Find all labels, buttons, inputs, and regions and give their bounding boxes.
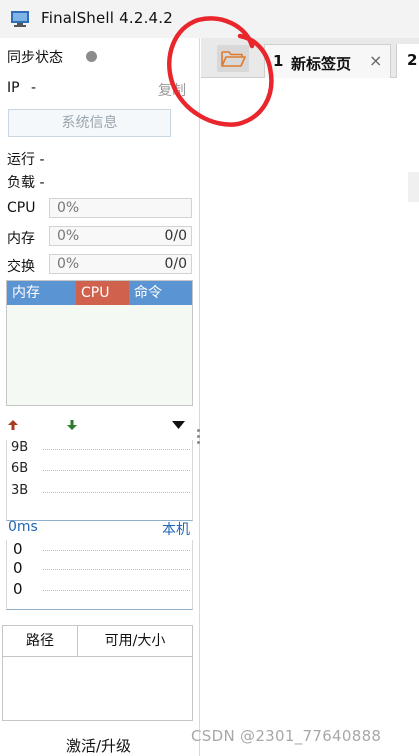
- sort-by-memory-column[interactable]: 内存: [7, 281, 76, 305]
- folder-open-icon: [221, 51, 246, 67]
- disk-table-header: 路径 可用/大小: [3, 626, 192, 657]
- swap-label: 交换: [7, 259, 35, 275]
- grid-line: [43, 470, 190, 471]
- disk-path-column[interactable]: 路径: [3, 626, 78, 656]
- cpu-percent: 0%: [57, 200, 80, 216]
- swap-ratio: 0/0: [164, 256, 187, 272]
- latency-scale-mid: 0: [13, 559, 23, 577]
- grid-line: [43, 449, 190, 450]
- latency-scale-high: 0: [13, 540, 23, 558]
- tab-number: 1: [273, 52, 284, 70]
- swap-percent: 0%: [57, 256, 80, 272]
- main-content: 1 新标签页 × 2: [201, 38, 419, 756]
- latency-scale-low: 0: [13, 580, 23, 598]
- network-scale-high: 9B: [11, 440, 29, 455]
- network-traffic-graph: 9B 6B 3B: [6, 440, 193, 521]
- sync-status-dot-icon: [86, 51, 97, 62]
- grid-line: [43, 569, 190, 570]
- upload-arrow-icon: [8, 420, 18, 430]
- swap-meter: 0% 0/0: [49, 254, 192, 274]
- ip-value: -: [31, 80, 37, 96]
- system-info-button[interactable]: 系统信息: [8, 109, 171, 137]
- tab-bar: 1 新标签页 × 2: [201, 38, 419, 78]
- cpu-label: CPU: [7, 200, 36, 216]
- process-table-header: 内存 CPU 命令: [7, 281, 192, 305]
- load-label: 负载 -: [7, 175, 45, 191]
- close-tab-icon[interactable]: ×: [369, 51, 382, 70]
- watermark-text: CSDN @2301_77640888: [191, 727, 382, 745]
- latency-graph: 0 0 0: [6, 540, 193, 610]
- download-arrow-icon: [67, 420, 77, 430]
- activate-upgrade-button[interactable]: 激活/升级: [66, 735, 131, 756]
- open-folder-button[interactable]: [217, 45, 249, 72]
- sync-status-label: 同步状态: [7, 50, 63, 66]
- grid-line: [43, 550, 190, 551]
- memory-percent: 0%: [57, 228, 80, 244]
- title-bar: FinalShell 4.2.4.2: [0, 0, 419, 38]
- memory-label: 内存: [7, 231, 35, 247]
- uptime-label: 运行 -: [7, 152, 45, 168]
- window-title: FinalShell 4.2.4.2: [41, 9, 174, 27]
- latency-value: 0ms: [8, 519, 38, 535]
- copy-ip-button[interactable]: 复制: [158, 80, 186, 100]
- network-scale-mid: 6B: [11, 461, 29, 476]
- tab-label: 新标签页: [291, 55, 352, 73]
- memory-ratio: 0/0: [164, 228, 187, 244]
- app-icon: [11, 11, 29, 27]
- disk-table[interactable]: 路径 可用/大小: [2, 625, 193, 721]
- cpu-meter: 0%: [49, 198, 192, 218]
- grid-line: [43, 492, 190, 493]
- tab-number: 2: [407, 51, 418, 69]
- sort-by-cpu-column[interactable]: CPU: [76, 281, 129, 305]
- grid-line: [43, 590, 190, 591]
- process-table[interactable]: 内存 CPU 命令: [6, 280, 193, 406]
- network-interface-dropdown-icon[interactable]: [172, 421, 185, 430]
- ip-label: IP: [7, 80, 20, 96]
- scroll-stub: [408, 172, 419, 202]
- tab-new-tab[interactable]: 1 新标签页 ×: [264, 44, 391, 78]
- memory-meter: 0% 0/0: [49, 226, 192, 246]
- sidebar: 同步状态 IP - 复制 系统信息 运行 - 负载 - CPU 0% 内存 0%…: [0, 38, 200, 756]
- tab-2[interactable]: 2: [396, 44, 419, 78]
- latency-host-selector[interactable]: 本机: [162, 519, 190, 539]
- disk-size-column[interactable]: 可用/大小: [78, 626, 192, 656]
- network-scale-low: 3B: [11, 483, 29, 498]
- sort-by-command-column[interactable]: 命令: [129, 281, 192, 305]
